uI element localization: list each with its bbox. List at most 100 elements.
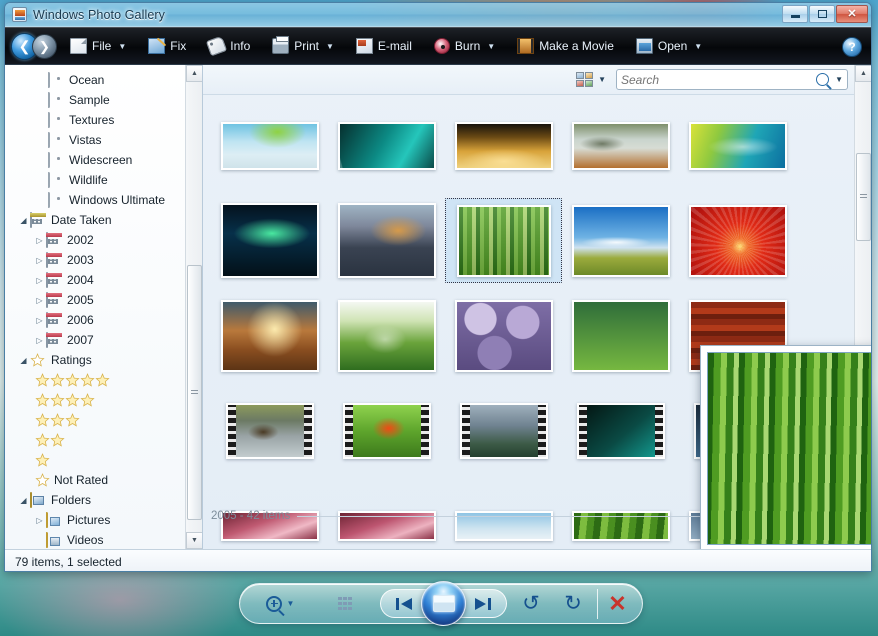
sidebar-tag-ocean[interactable]: Ocean [9,70,202,90]
thumbnail-grid-button[interactable] [328,590,362,617]
teal-abstract-thumb[interactable] [337,121,436,170]
next-button[interactable] [460,590,506,617]
sidebar-rating-1-star[interactable] [9,450,202,470]
thumbnail-cell[interactable] [679,103,796,188]
sidebar-date-taken[interactable]: ◢ Date Taken [9,210,202,230]
thumbnail-cell[interactable] [211,103,328,188]
delete-button[interactable]: ✕ [597,588,637,619]
thumbnail-cell[interactable] [445,103,562,188]
maximize-button[interactable] [809,5,835,23]
expand-arrow-icon[interactable]: ▷ [33,516,46,525]
sidebar-year-2007[interactable]: ▷ 2007 [9,330,202,350]
lake-video[interactable] [459,402,548,459]
sidebar-folder-pictures[interactable]: ▷ Pictures [9,510,202,530]
thumbnail-cell[interactable] [445,293,562,378]
collapse-arrow-icon[interactable]: ◢ [17,216,30,225]
thumbnail-cell[interactable] [211,388,328,473]
expand-arrow-icon[interactable]: ▷ [33,276,46,285]
rotate-clockwise-button[interactable]: ↻ [555,589,591,619]
sidebar-rating-3-star[interactable] [9,410,202,430]
sidebar-year-2003[interactable]: ▷ 2003 [9,250,202,270]
thumbnail-cell[interactable] [328,388,445,473]
expand-arrow-icon[interactable]: ▷ [33,256,46,265]
sidebar-scroll-down-button[interactable]: ▼ [186,532,202,549]
thumbnail-cell[interactable] [211,198,328,283]
expand-arrow-icon[interactable]: ▷ [33,316,46,325]
search-input[interactable] [621,72,817,87]
thumbnail-cell[interactable] [679,198,796,283]
thumbnail-cell[interactable] [328,293,445,378]
thumbnail-cell[interactable] [562,198,679,283]
toolbar-make-movie-button[interactable]: Make a Movie [508,32,623,60]
sidebar-year-2006[interactable]: ▷ 2006 [9,310,202,330]
stepping-stones-thumb[interactable] [571,121,670,170]
green-meadow-thumb[interactable] [337,299,436,372]
sidebar-tag-textures[interactable]: Textures [9,110,202,130]
butterfly-video[interactable] [342,402,431,459]
sidebar-folders[interactable]: ◢ Folders [9,490,202,510]
sidebar-year-2005[interactable]: ▷ 2005 [9,290,202,310]
play-slideshow-button[interactable] [421,581,466,626]
thumbnail-cell[interactable] [562,388,679,473]
collapse-arrow-icon[interactable]: ◢ [17,496,30,505]
help-button[interactable]: ? [842,37,862,57]
toolbar-burn-button[interactable]: Burn ▼ [425,32,504,60]
gallery-scroll-thumb[interactable] [856,153,871,241]
sidebar-folder-videos[interactable]: Videos [9,530,202,549]
sidebar-year-2004[interactable]: ▷ 2004 [9,270,202,290]
sidebar-rating-4-star[interactable] [9,390,202,410]
zoom-button[interactable]: ▼ [252,590,308,617]
gallery-scroll-up-button[interactable]: ▲ [855,65,871,82]
thumbnail-cell[interactable] [445,198,562,283]
toolbar-info-button[interactable]: Info [199,32,259,60]
chevron-down-icon[interactable]: ▼ [287,599,295,608]
rotate-counterclockwise-button[interactable]: ↺ [513,589,549,619]
toolbar-print-button[interactable]: Print ▼ [263,32,343,60]
sunset-field-thumb[interactable] [220,299,319,372]
thumbnail-cell[interactable] [328,198,445,283]
aurora-thumb[interactable] [220,203,319,278]
sidebar-rating-not-rated[interactable]: Not Rated [9,470,202,490]
thumbnail-cell[interactable] [445,388,562,473]
thumbnail-cell[interactable] [562,103,679,188]
expand-arrow-icon[interactable]: ▷ [33,296,46,305]
hidden-thumb-a[interactable] [571,299,670,372]
prairie-sky-thumb[interactable] [571,204,670,277]
search-box[interactable]: ▼ [616,69,848,90]
sidebar-ratings[interactable]: ◢ Ratings [9,350,202,370]
minimize-button[interactable] [782,5,808,23]
toolbar-email-button[interactable]: E-mail [347,32,421,60]
toolbar-open-button[interactable]: Open ▼ [627,32,711,60]
sidebar-tag-windows-ultimate[interactable]: Windows Ultimate [9,190,202,210]
sidebar-tag-sample[interactable]: Sample [9,90,202,110]
sidebar-tag-vistas[interactable]: Vistas [9,130,202,150]
chevron-down-icon[interactable]: ▼ [835,75,843,84]
bamboo-thumb[interactable] [456,204,551,277]
dark-teal-video[interactable] [576,402,665,459]
sidebar-scroll-thumb[interactable] [187,265,202,520]
expand-arrow-icon[interactable]: ▷ [33,236,46,245]
thumbnail-cell[interactable] [328,103,445,188]
purple-stones-thumb[interactable] [454,299,553,372]
yellow-green-wave-thumb[interactable] [688,121,787,170]
thumbnail-cell[interactable] [562,293,679,378]
bear-river-video[interactable] [225,402,314,459]
sidebar-year-2002[interactable]: ▷ 2002 [9,230,202,250]
sidebar-rating-2-star[interactable] [9,430,202,450]
red-gerbera-thumb[interactable] [688,204,787,277]
image-preview-popup[interactable]: img11.jpg 11/2/2006 5:33 PM Not Rated 1.… [700,345,871,549]
palm-beach-thumb[interactable] [220,121,319,170]
thumbnail-cell[interactable] [211,293,328,378]
sidebar-tag-widescreen[interactable]: Widescreen [9,150,202,170]
view-options-button[interactable]: ▼ [572,70,610,89]
toolbar-file-button[interactable]: File ▼ [61,32,135,60]
sidebar-scrollbar[interactable]: ▲ ▼ [185,65,202,549]
sidebar-scroll-up-button[interactable]: ▲ [186,65,202,82]
expand-arrow-icon[interactable]: ▷ [33,336,46,345]
sidebar-rating-5-star[interactable] [9,370,202,390]
toolbar-fix-button[interactable]: Fix [139,32,195,60]
forward-button[interactable]: ❯ [32,33,57,59]
collapse-arrow-icon[interactable]: ◢ [17,356,30,365]
close-button[interactable]: ✕ [836,5,868,23]
golden-canyon-thumb[interactable] [454,121,553,170]
